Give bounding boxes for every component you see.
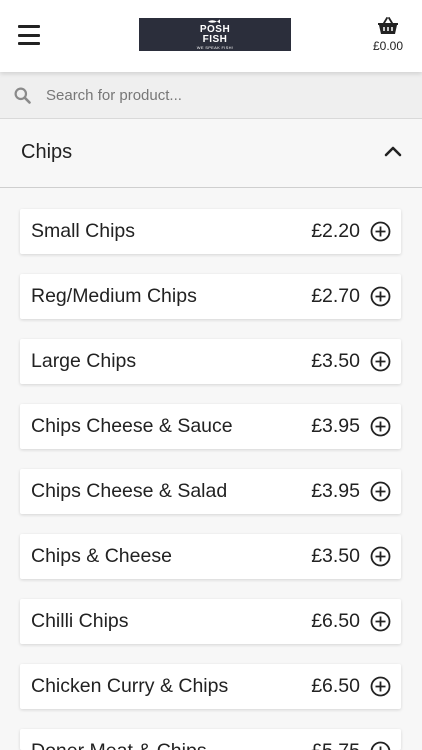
product-price: £3.50 [311, 350, 360, 372]
plus-circle-icon[interactable] [370, 286, 391, 307]
category-header-chips[interactable]: Chips [0, 120, 422, 188]
posh-fish-logo[interactable]: POSH FISH WE SPEAK FISH! [139, 18, 291, 51]
cart-total: £0.00 [372, 39, 404, 53]
product-price: £2.70 [311, 285, 360, 307]
product-name: Large Chips [31, 350, 137, 372]
product-name: Doner Meat & Chips [31, 740, 207, 750]
plus-circle-icon[interactable] [370, 676, 391, 697]
product-name: Chilli Chips [31, 610, 129, 632]
plus-circle-icon[interactable] [370, 741, 391, 750]
hamburger-menu-icon[interactable] [18, 25, 40, 45]
product-price: £3.95 [311, 415, 360, 437]
product-item[interactable]: Small Chips £2.20 [20, 209, 401, 254]
product-item[interactable]: Reg/Medium Chips £2.70 [20, 274, 401, 319]
search-icon [14, 87, 31, 104]
product-name: Small Chips [31, 220, 136, 242]
search-input[interactable] [46, 82, 406, 108]
search-bar [0, 72, 422, 119]
product-name: Chips Cheese & Sauce [31, 415, 233, 437]
product-item[interactable]: Chilli Chips £6.50 [20, 599, 401, 644]
logo-tagline: WE SPEAK FISH! [196, 45, 234, 50]
product-item[interactable]: Large Chips £3.50 [20, 339, 401, 384]
plus-circle-icon[interactable] [370, 481, 391, 502]
cart-button[interactable]: £0.00 [368, 17, 408, 57]
product-item[interactable]: Chips Cheese & Sauce £3.95 [20, 404, 401, 449]
plus-circle-icon[interactable] [370, 546, 391, 567]
plus-circle-icon[interactable] [370, 416, 391, 437]
product-item[interactable]: Chips & Cheese £3.50 [20, 534, 401, 579]
product-price: £3.50 [311, 545, 360, 567]
product-item[interactable]: Chicken Curry & Chips £6.50 [20, 664, 401, 709]
category-title: Chips [21, 141, 73, 163]
product-price: £6.50 [311, 675, 360, 697]
plus-circle-icon[interactable] [370, 611, 391, 632]
product-item[interactable]: Doner Meat & Chips £5.75 [20, 729, 401, 750]
product-price: £3.95 [311, 480, 360, 502]
chevron-up-icon[interactable] [384, 144, 402, 158]
shopping-basket-icon [378, 17, 398, 34]
product-name: Chicken Curry & Chips [31, 675, 229, 697]
product-price: £5.75 [311, 740, 360, 750]
product-name: Chips Cheese & Salad [31, 480, 228, 502]
plus-circle-icon[interactable] [370, 351, 391, 372]
plus-circle-icon[interactable] [370, 221, 391, 242]
product-name: Chips & Cheese [31, 545, 172, 567]
logo-text-line2: FISH [202, 34, 228, 45]
product-price: £6.50 [311, 610, 360, 632]
product-name: Reg/Medium Chips [31, 285, 197, 307]
product-item[interactable]: Chips Cheese & Salad £3.95 [20, 469, 401, 514]
app-header: POSH FISH WE SPEAK FISH! £0.00 [0, 0, 422, 72]
product-price: £2.20 [311, 220, 360, 242]
